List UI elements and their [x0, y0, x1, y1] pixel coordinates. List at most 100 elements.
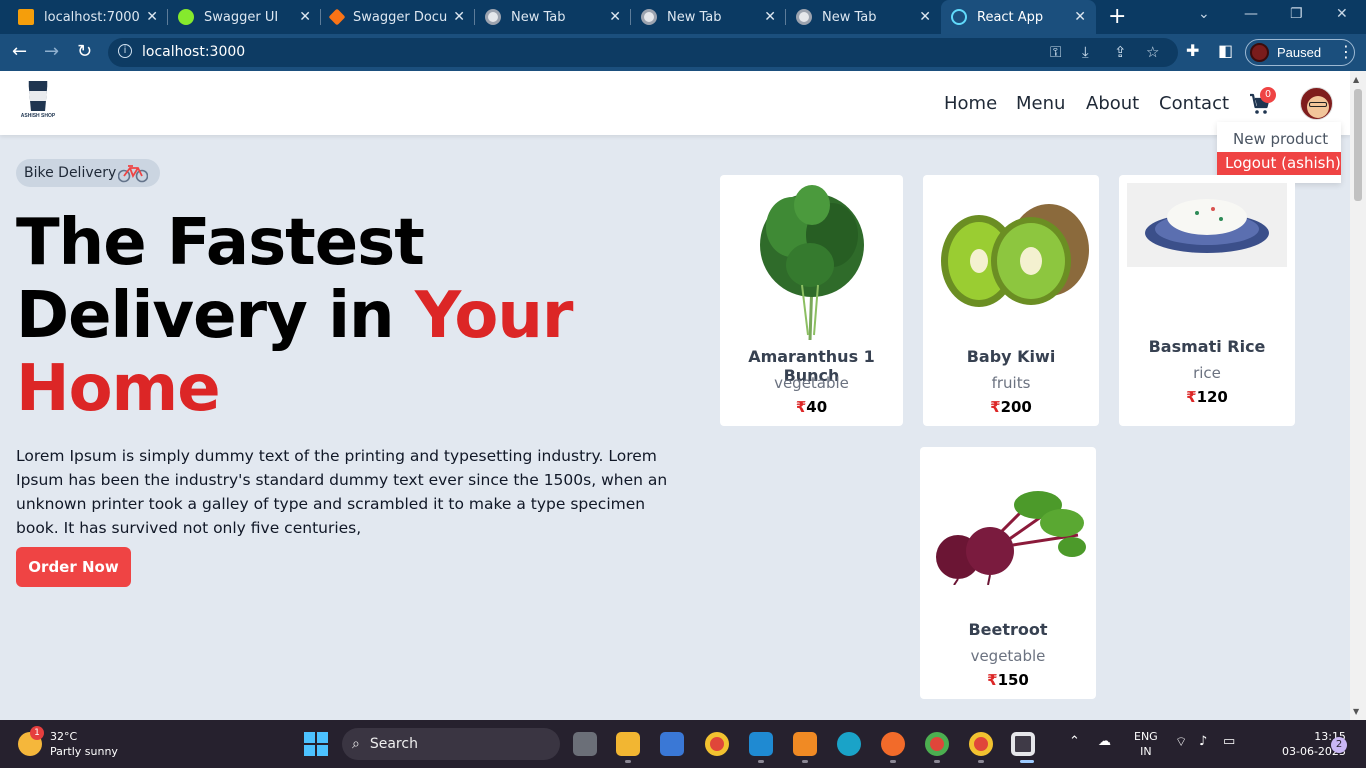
- key-icon[interactable]: ⚿: [1050, 43, 1061, 61]
- back-icon[interactable]: ←: [12, 41, 27, 62]
- browser-tab[interactable]: New Tab ✕: [786, 0, 941, 34]
- tab-search-icon[interactable]: ⌄: [1198, 6, 1210, 22]
- edge-icon[interactable]: [837, 732, 861, 756]
- windows-start-icon[interactable]: [304, 732, 328, 756]
- close-icon[interactable]: ✕: [764, 9, 776, 25]
- reload-icon[interactable]: ↻: [77, 41, 92, 62]
- task-view-icon[interactable]: [573, 732, 597, 756]
- close-icon[interactable]: ✕: [609, 9, 621, 25]
- app-icon[interactable]: [793, 732, 817, 756]
- coffee-cup-icon: [28, 81, 48, 111]
- nav-contact[interactable]: Contact: [1159, 93, 1229, 114]
- nav-menu[interactable]: Menu: [1016, 93, 1065, 114]
- product-price: ₹40: [720, 398, 903, 416]
- window-close-button[interactable]: ✕: [1336, 6, 1348, 22]
- price-value: 200: [1000, 398, 1032, 416]
- chrome-profile-icon[interactable]: [969, 732, 993, 756]
- store-icon[interactable]: [660, 732, 684, 756]
- browser-tab-active[interactable]: React App ✕: [941, 0, 1096, 34]
- taskbar-search[interactable]: ⌕ Search: [342, 728, 560, 760]
- side-panel-icon[interactable]: ◧: [1218, 41, 1233, 60]
- scroll-thumb[interactable]: [1354, 89, 1362, 201]
- product-card[interactable]: Beetroot vegetable ₹150: [920, 447, 1096, 699]
- hero-heading: The Fastest Delivery in Your Home: [16, 206, 574, 426]
- hero-line-3: Home: [16, 352, 221, 426]
- swagger-icon: [178, 9, 194, 25]
- browser-tab-strip: localhost:7000 / 1 ✕ Swagger UI ✕ Swagge…: [0, 0, 1366, 34]
- more-menu-icon[interactable]: ⋮: [1338, 42, 1354, 61]
- close-icon[interactable]: ✕: [146, 9, 158, 25]
- browser-tab[interactable]: New Tab ✕: [631, 0, 786, 34]
- scroll-down-arrow[interactable]: ▼: [1353, 707, 1359, 716]
- product-price: ₹200: [923, 398, 1099, 416]
- hero-description: Lorem Ipsum is simply dummy text of the …: [16, 447, 668, 537]
- install-icon[interactable]: ⤓: [1082, 43, 1089, 61]
- close-icon[interactable]: ✕: [919, 9, 931, 25]
- chevron-up-icon[interactable]: ⌃: [1069, 734, 1080, 749]
- product-name: Baby Kiwi: [966, 347, 1056, 366]
- minimize-button[interactable]: —: [1244, 6, 1258, 22]
- site-info-icon[interactable]: i: [118, 44, 132, 58]
- shop-logo[interactable]: ASHISH SHOP: [16, 81, 60, 123]
- forward-icon[interactable]: →: [44, 41, 59, 62]
- page-scrollbar[interactable]: ▲ ▼: [1350, 71, 1366, 720]
- rupee-symbol: ₹: [990, 398, 1001, 416]
- cloud-icon[interactable]: ☁: [1098, 734, 1111, 749]
- notification-badge[interactable]: 2: [1331, 737, 1347, 753]
- product-card[interactable]: Baby Kiwi fruits ₹200: [923, 175, 1099, 426]
- bicycle-icon: [118, 165, 148, 183]
- product-name: Basmati Rice: [1148, 337, 1266, 356]
- rupee-symbol: ₹: [795, 398, 807, 416]
- battery-icon[interactable]: ▭: [1223, 734, 1235, 749]
- close-icon[interactable]: ✕: [453, 9, 465, 25]
- close-icon[interactable]: ✕: [1074, 9, 1086, 25]
- price-value: 150: [997, 671, 1029, 689]
- scroll-up-arrow[interactable]: ▲: [1353, 75, 1359, 84]
- browser-tab[interactable]: Swagger UI ✕: [168, 0, 321, 34]
- bookmark-star-icon[interactable]: ☆: [1146, 43, 1159, 61]
- cart-button[interactable]: 0: [1248, 87, 1276, 121]
- product-category: rice: [1193, 364, 1221, 382]
- share-icon[interactable]: ⇪: [1114, 43, 1127, 61]
- volume-icon[interactable]: ♪: [1199, 734, 1207, 749]
- product-price: ₹150: [920, 671, 1096, 689]
- vscode-icon[interactable]: [749, 732, 773, 756]
- rupee-symbol: ₹: [1186, 388, 1197, 406]
- chrome-icon: [641, 9, 657, 25]
- chrome-profile-icon[interactable]: [925, 732, 949, 756]
- browser-tab[interactable]: localhost:7000 / 1 ✕: [8, 0, 168, 34]
- language-indicator[interactable]: ENG IN: [1134, 729, 1158, 759]
- browser-toolbar: ← → ↻ i localhost:3000 ⚿ ⤓ ⇪ ☆ ✚ ◧ Pause…: [0, 34, 1366, 71]
- address-bar[interactable]: i localhost:3000 ⚿ ⤓ ⇪ ☆: [108, 38, 1178, 67]
- product-card[interactable]: Basmati Rice rice ₹120: [1119, 175, 1295, 426]
- tab-title: New Tab: [667, 9, 722, 25]
- logout-button[interactable]: Logout (ashish): [1217, 152, 1341, 175]
- wifi-icon[interactable]: ⌔: [1175, 734, 1187, 750]
- product-card[interactable]: Amaranthus 1 Bunch vegetable ₹40: [720, 175, 903, 426]
- close-icon[interactable]: ✕: [299, 9, 311, 25]
- new-tab-button[interactable]: +: [1108, 4, 1126, 29]
- nav-about[interactable]: About: [1086, 93, 1139, 114]
- order-now-button[interactable]: Order Now: [16, 547, 131, 587]
- hero-line-1: The Fastest: [16, 206, 425, 280]
- chrome-icon: [796, 9, 812, 25]
- diamond-icon: [328, 8, 346, 26]
- delivery-badge-label: Bike Delivery: [24, 165, 117, 181]
- tab-title: React App: [977, 9, 1044, 25]
- file-explorer-icon[interactable]: [616, 732, 640, 756]
- browser-tab[interactable]: New Tab ✕: [475, 0, 631, 34]
- chrome-icon[interactable]: [705, 732, 729, 756]
- new-product-link[interactable]: New product: [1233, 130, 1328, 148]
- active-indicator: [1020, 760, 1034, 763]
- price-value: 40: [806, 398, 828, 416]
- extensions-icon[interactable]: ✚: [1186, 41, 1199, 60]
- postman-icon[interactable]: [881, 732, 905, 756]
- price-value: 120: [1196, 388, 1228, 406]
- url-text[interactable]: localhost:3000: [142, 44, 245, 60]
- user-avatar[interactable]: [1300, 87, 1333, 120]
- maximize-button[interactable]: ❐: [1290, 6, 1303, 22]
- snipping-tool-icon[interactable]: [1011, 732, 1035, 756]
- hero-line-2b: Your: [414, 279, 574, 353]
- browser-tab[interactable]: Swagger Docume ✕: [321, 0, 475, 34]
- nav-home[interactable]: Home: [944, 93, 997, 114]
